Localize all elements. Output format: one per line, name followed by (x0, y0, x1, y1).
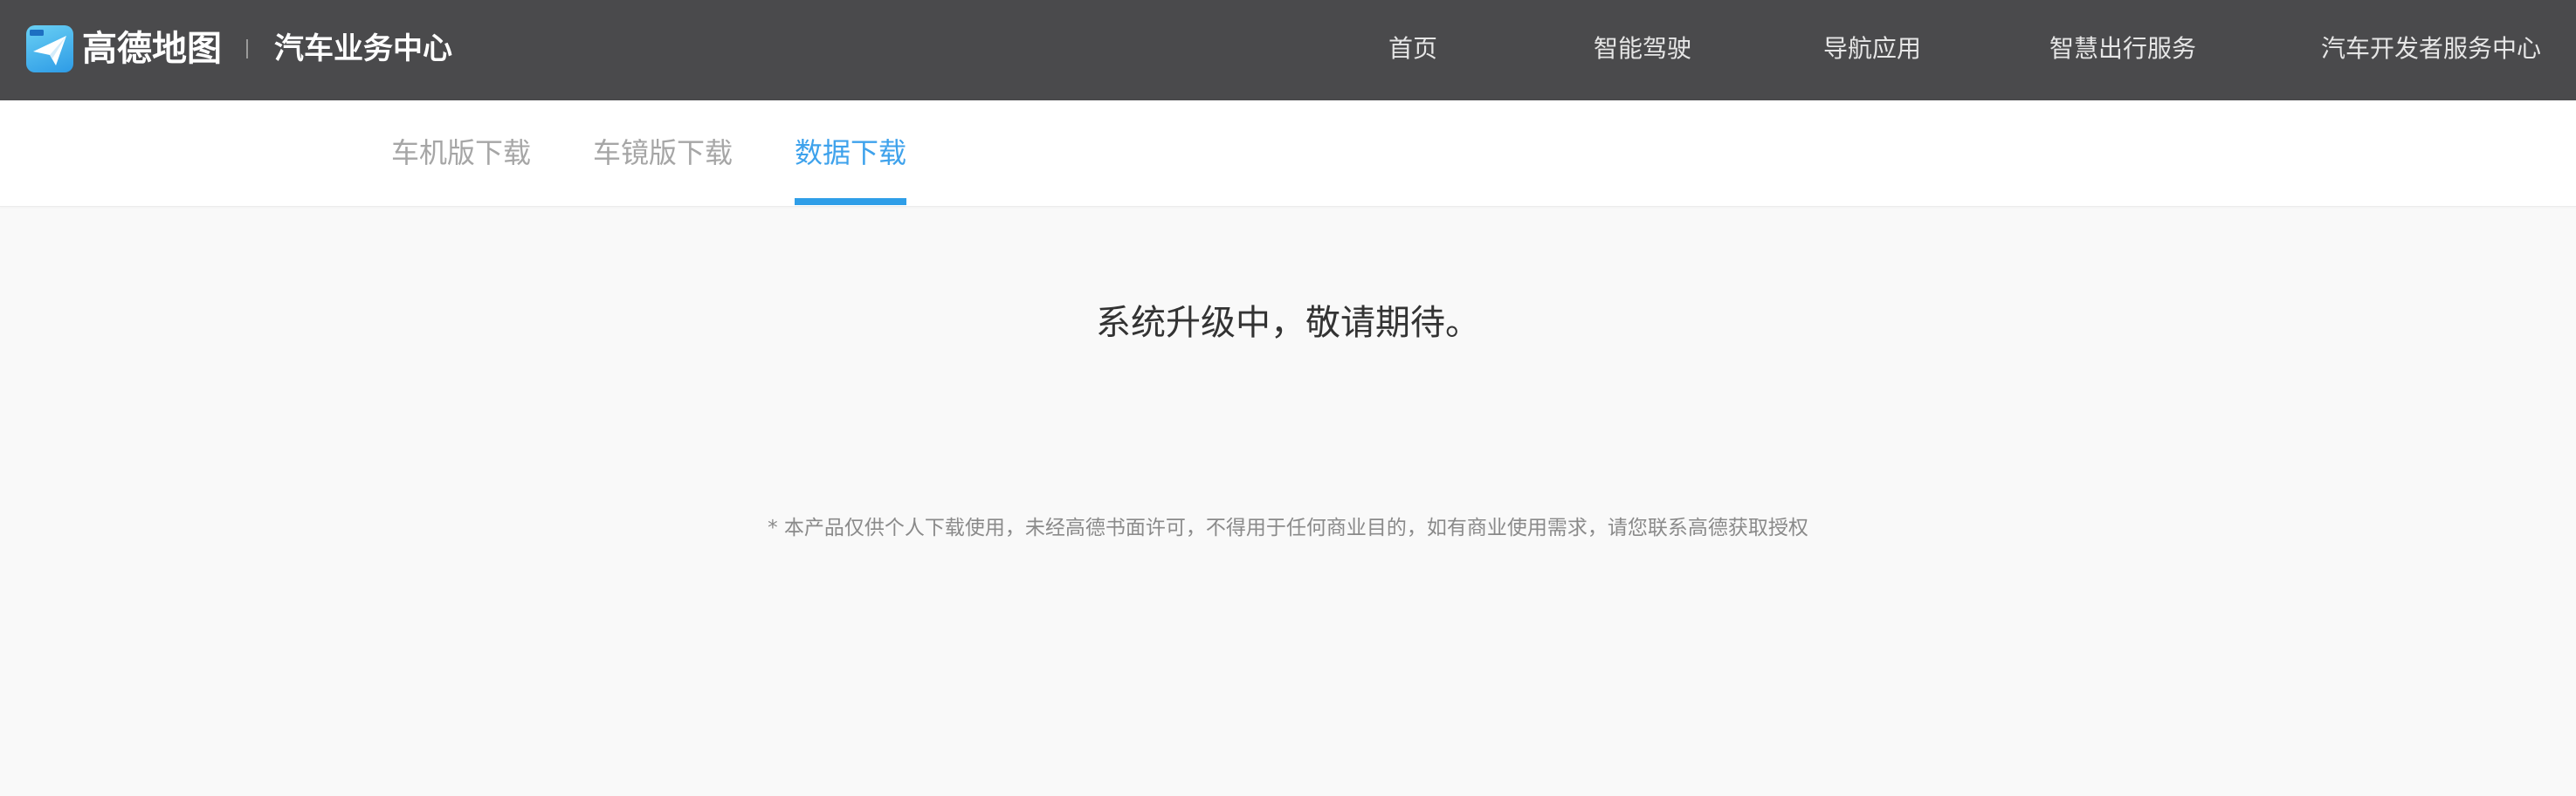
tab-head-unit-download[interactable]: 车机版下载 (391, 100, 531, 206)
nav-smart-driving[interactable]: 智能驾驶 (1594, 0, 1691, 100)
nav-smart-mobility[interactable]: 智慧出行服务 (2049, 0, 2196, 100)
top-header: 高德地图 汽车业务中心 首页 智能驾驶 导航应用 智慧出行服务 汽车开发者服务中… (0, 0, 2576, 100)
tab-data-download[interactable]: 数据下载 (795, 100, 906, 206)
download-tabs: 车机版下载 车镜版下载 数据下载 (0, 100, 2576, 207)
brand[interactable]: 高德地图 汽车业务中心 (26, 24, 452, 73)
active-tab-indicator (795, 198, 906, 205)
logo-text: 高德地图 (82, 29, 222, 69)
nav-home[interactable]: 首页 (1388, 0, 1437, 100)
nav-navigation-apps[interactable]: 导航应用 (1823, 0, 1921, 100)
nav-developer-center[interactable]: 汽车开发者服务中心 (2321, 0, 2541, 100)
site-title: 汽车业务中心 (274, 31, 452, 66)
tab-mirror-download[interactable]: 车镜版下载 (593, 100, 733, 206)
usage-disclaimer: * 本产品仅供个人下载使用，未经高德书面许可，不得用于任何商业目的，如有商业使用… (768, 517, 1808, 539)
upgrade-notice: 系统升级中，敬请期待。 (1096, 303, 1480, 343)
brand-divider (246, 39, 248, 58)
gaode-logo-icon (26, 25, 73, 72)
